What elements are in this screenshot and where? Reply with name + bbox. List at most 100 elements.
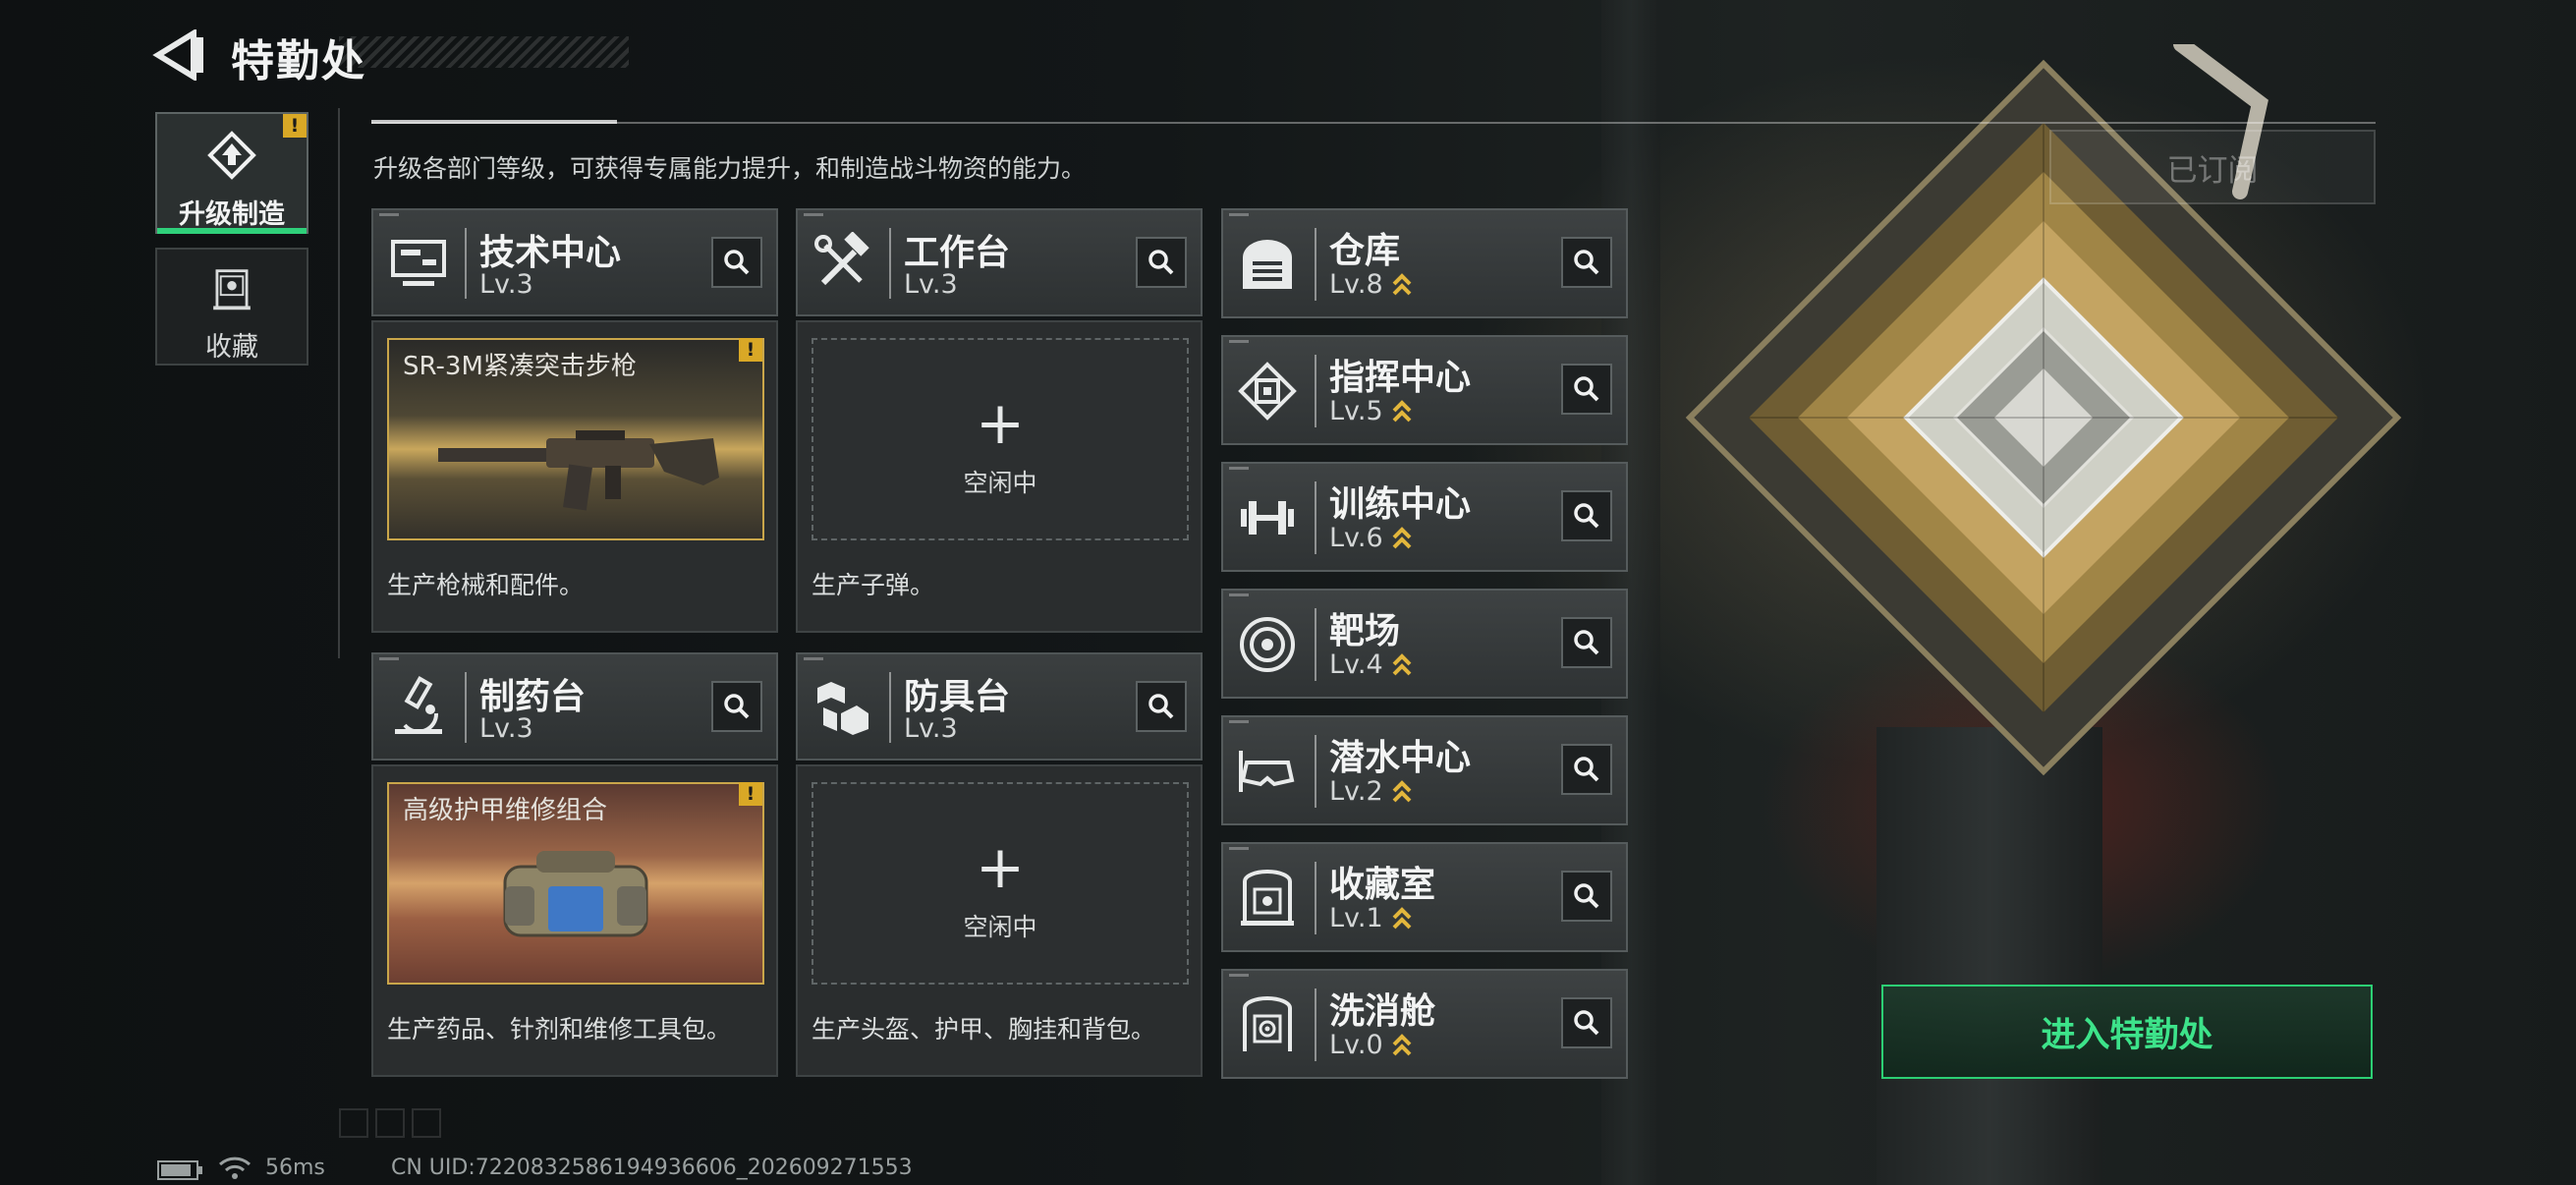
card-corner-mark (379, 213, 399, 216)
inspect-button[interactable] (711, 237, 762, 288)
facility-level: Lv.3 (479, 269, 533, 300)
user-uid: CN UID:7220832586194936606_202609271553 (391, 1156, 913, 1180)
facility-card-body: SR-3M紧凑突击步枪 ! 生产枪械和配件。 (371, 320, 778, 633)
alert-badge: ! (739, 782, 762, 806)
upgrade-arrow-icon (1392, 906, 1412, 929)
level-group: Lv.2 (1329, 776, 1413, 807)
facility-card-body: + 空闲中 生产头盔、护甲、胸挂和背包。 (796, 764, 1203, 1077)
alert-badge: ! (739, 338, 762, 362)
tools-icon (814, 232, 869, 286)
inspect-button[interactable] (1561, 997, 1612, 1048)
sidebar-tab-upgrade[interactable]: 升级制造 ! (155, 112, 308, 234)
bottom-decoration (339, 1108, 368, 1138)
production-slot[interactable]: 高级护甲维修组合 ! (387, 782, 764, 985)
facility-description: 生产枪械和配件。 (387, 571, 585, 599)
back-arrow-icon[interactable] (152, 28, 207, 83)
department-row-shooting-range[interactable]: 靶场 Lv.4 (1221, 589, 1628, 699)
department-row-decon-chamber[interactable]: 洗消舱 Lv.0 (1221, 969, 1628, 1079)
search-icon (724, 250, 750, 275)
facility-card-header[interactable]: 防具台 Lv.3 (796, 652, 1203, 761)
header-divider-highlight (371, 120, 617, 124)
upgrade-arrow-icon (1392, 1033, 1412, 1055)
title-decoration (339, 36, 629, 68)
card-corner-mark (1229, 847, 1249, 850)
collection-room-icon (1241, 870, 1294, 926)
alert-badge: ! (283, 114, 307, 138)
department-level: Lv.8 (1329, 269, 1383, 300)
header-separator (1315, 862, 1316, 934)
card-corner-mark (804, 657, 823, 660)
department-level: Lv.2 (1329, 776, 1383, 807)
upgrade-icon (207, 131, 256, 180)
production-slot-empty[interactable]: + 空闲中 (812, 338, 1189, 540)
level-group: Lv.4 (1329, 649, 1413, 680)
diving-mask-icon (1239, 751, 1295, 792)
level-group: Lv.8 (1329, 269, 1413, 300)
inspect-button[interactable] (1561, 744, 1612, 795)
sidebar-tab-label: 升级制造 (179, 199, 285, 230)
enter-special-ops-button[interactable]: 进入特勤处 (1881, 985, 2373, 1079)
subscribed-button[interactable]: 已订阅 (2049, 130, 2376, 204)
department-level: Lv.0 (1329, 1030, 1383, 1060)
header-separator (465, 672, 467, 743)
upgrade-arrow-icon (1392, 399, 1412, 422)
department-row-collection-room[interactable]: 收藏室 Lv.1 (1221, 842, 1628, 952)
battery-icon (157, 1160, 202, 1180)
idle-status: 空闲中 (963, 913, 1037, 941)
header-separator (465, 228, 467, 299)
ping-indicator: 56ms (265, 1156, 325, 1180)
rifle-icon (438, 430, 719, 511)
header-divider (371, 122, 2376, 124)
search-icon (1574, 250, 1599, 275)
search-icon (1574, 883, 1599, 909)
department-row-diving-center[interactable]: 潜水中心 Lv.2 (1221, 715, 1628, 825)
department-row-warehouse[interactable]: 仓库 Lv.8 (1221, 208, 1628, 318)
inspect-button[interactable] (711, 681, 762, 732)
production-item-name: SR-3M紧凑突击步枪 (403, 352, 637, 381)
department-level: Lv.6 (1329, 523, 1383, 553)
header-separator (1315, 355, 1316, 427)
idle-status: 空闲中 (963, 469, 1037, 497)
card-corner-mark (1229, 720, 1249, 723)
facility-name: 防具台 (904, 677, 1011, 717)
production-slot[interactable]: SR-3M紧凑突击步枪 ! (387, 338, 764, 540)
header-separator (1315, 228, 1316, 301)
facility-card-header[interactable]: 制药台 Lv.3 (371, 652, 778, 761)
inspect-button[interactable] (1561, 237, 1612, 288)
search-icon (1574, 376, 1599, 402)
facility-card-body: 高级护甲维修组合 ! 生产药品、针剂和维修工具包。 (371, 764, 778, 1077)
upgrade-arrow-icon (1392, 779, 1412, 802)
facility-card-header[interactable]: 技术中心 Lv.3 (371, 208, 778, 316)
inspect-button[interactable] (1561, 871, 1612, 922)
inspect-button[interactable] (1136, 237, 1187, 288)
microscope-icon (395, 676, 442, 734)
inspect-button[interactable] (1561, 617, 1612, 668)
sidebar-divider (338, 108, 340, 658)
production-slot-empty[interactable]: + 空闲中 (812, 782, 1189, 985)
level-group: Lv.6 (1329, 523, 1413, 553)
inspect-button[interactable] (1561, 364, 1612, 415)
inspect-button[interactable] (1136, 681, 1187, 732)
warehouse-icon (1243, 240, 1292, 289)
facility-description: 生产子弹。 (812, 571, 935, 599)
background-pillar (1876, 727, 2102, 1185)
upgrade-arrow-icon (1392, 526, 1412, 548)
department-row-command-center[interactable]: 指挥中心 Lv.5 (1221, 335, 1628, 445)
search-icon (1148, 250, 1174, 275)
sidebar-tab-collection[interactable]: 收藏 (155, 248, 308, 366)
inspect-button[interactable] (1561, 490, 1612, 541)
department-row-training-center[interactable]: 训练中心 Lv.6 (1221, 462, 1628, 572)
dumbbell-icon (1241, 501, 1294, 535)
facility-card-header[interactable]: 工作台 Lv.3 (796, 208, 1203, 316)
computer-icon (391, 240, 446, 286)
department-name: 训练中心 (1329, 484, 1472, 525)
search-icon (1574, 630, 1599, 655)
facility-name: 工作台 (904, 233, 1011, 273)
search-icon (724, 694, 750, 719)
department-name: 仓库 (1329, 231, 1401, 271)
department-level: Lv.4 (1329, 649, 1383, 680)
page-description: 升级各部门等级，可获得专属能力提升，和制造战斗物资的能力。 (373, 154, 1087, 183)
header-separator (1315, 608, 1316, 681)
header-separator (1315, 988, 1316, 1061)
header-separator (889, 228, 891, 299)
